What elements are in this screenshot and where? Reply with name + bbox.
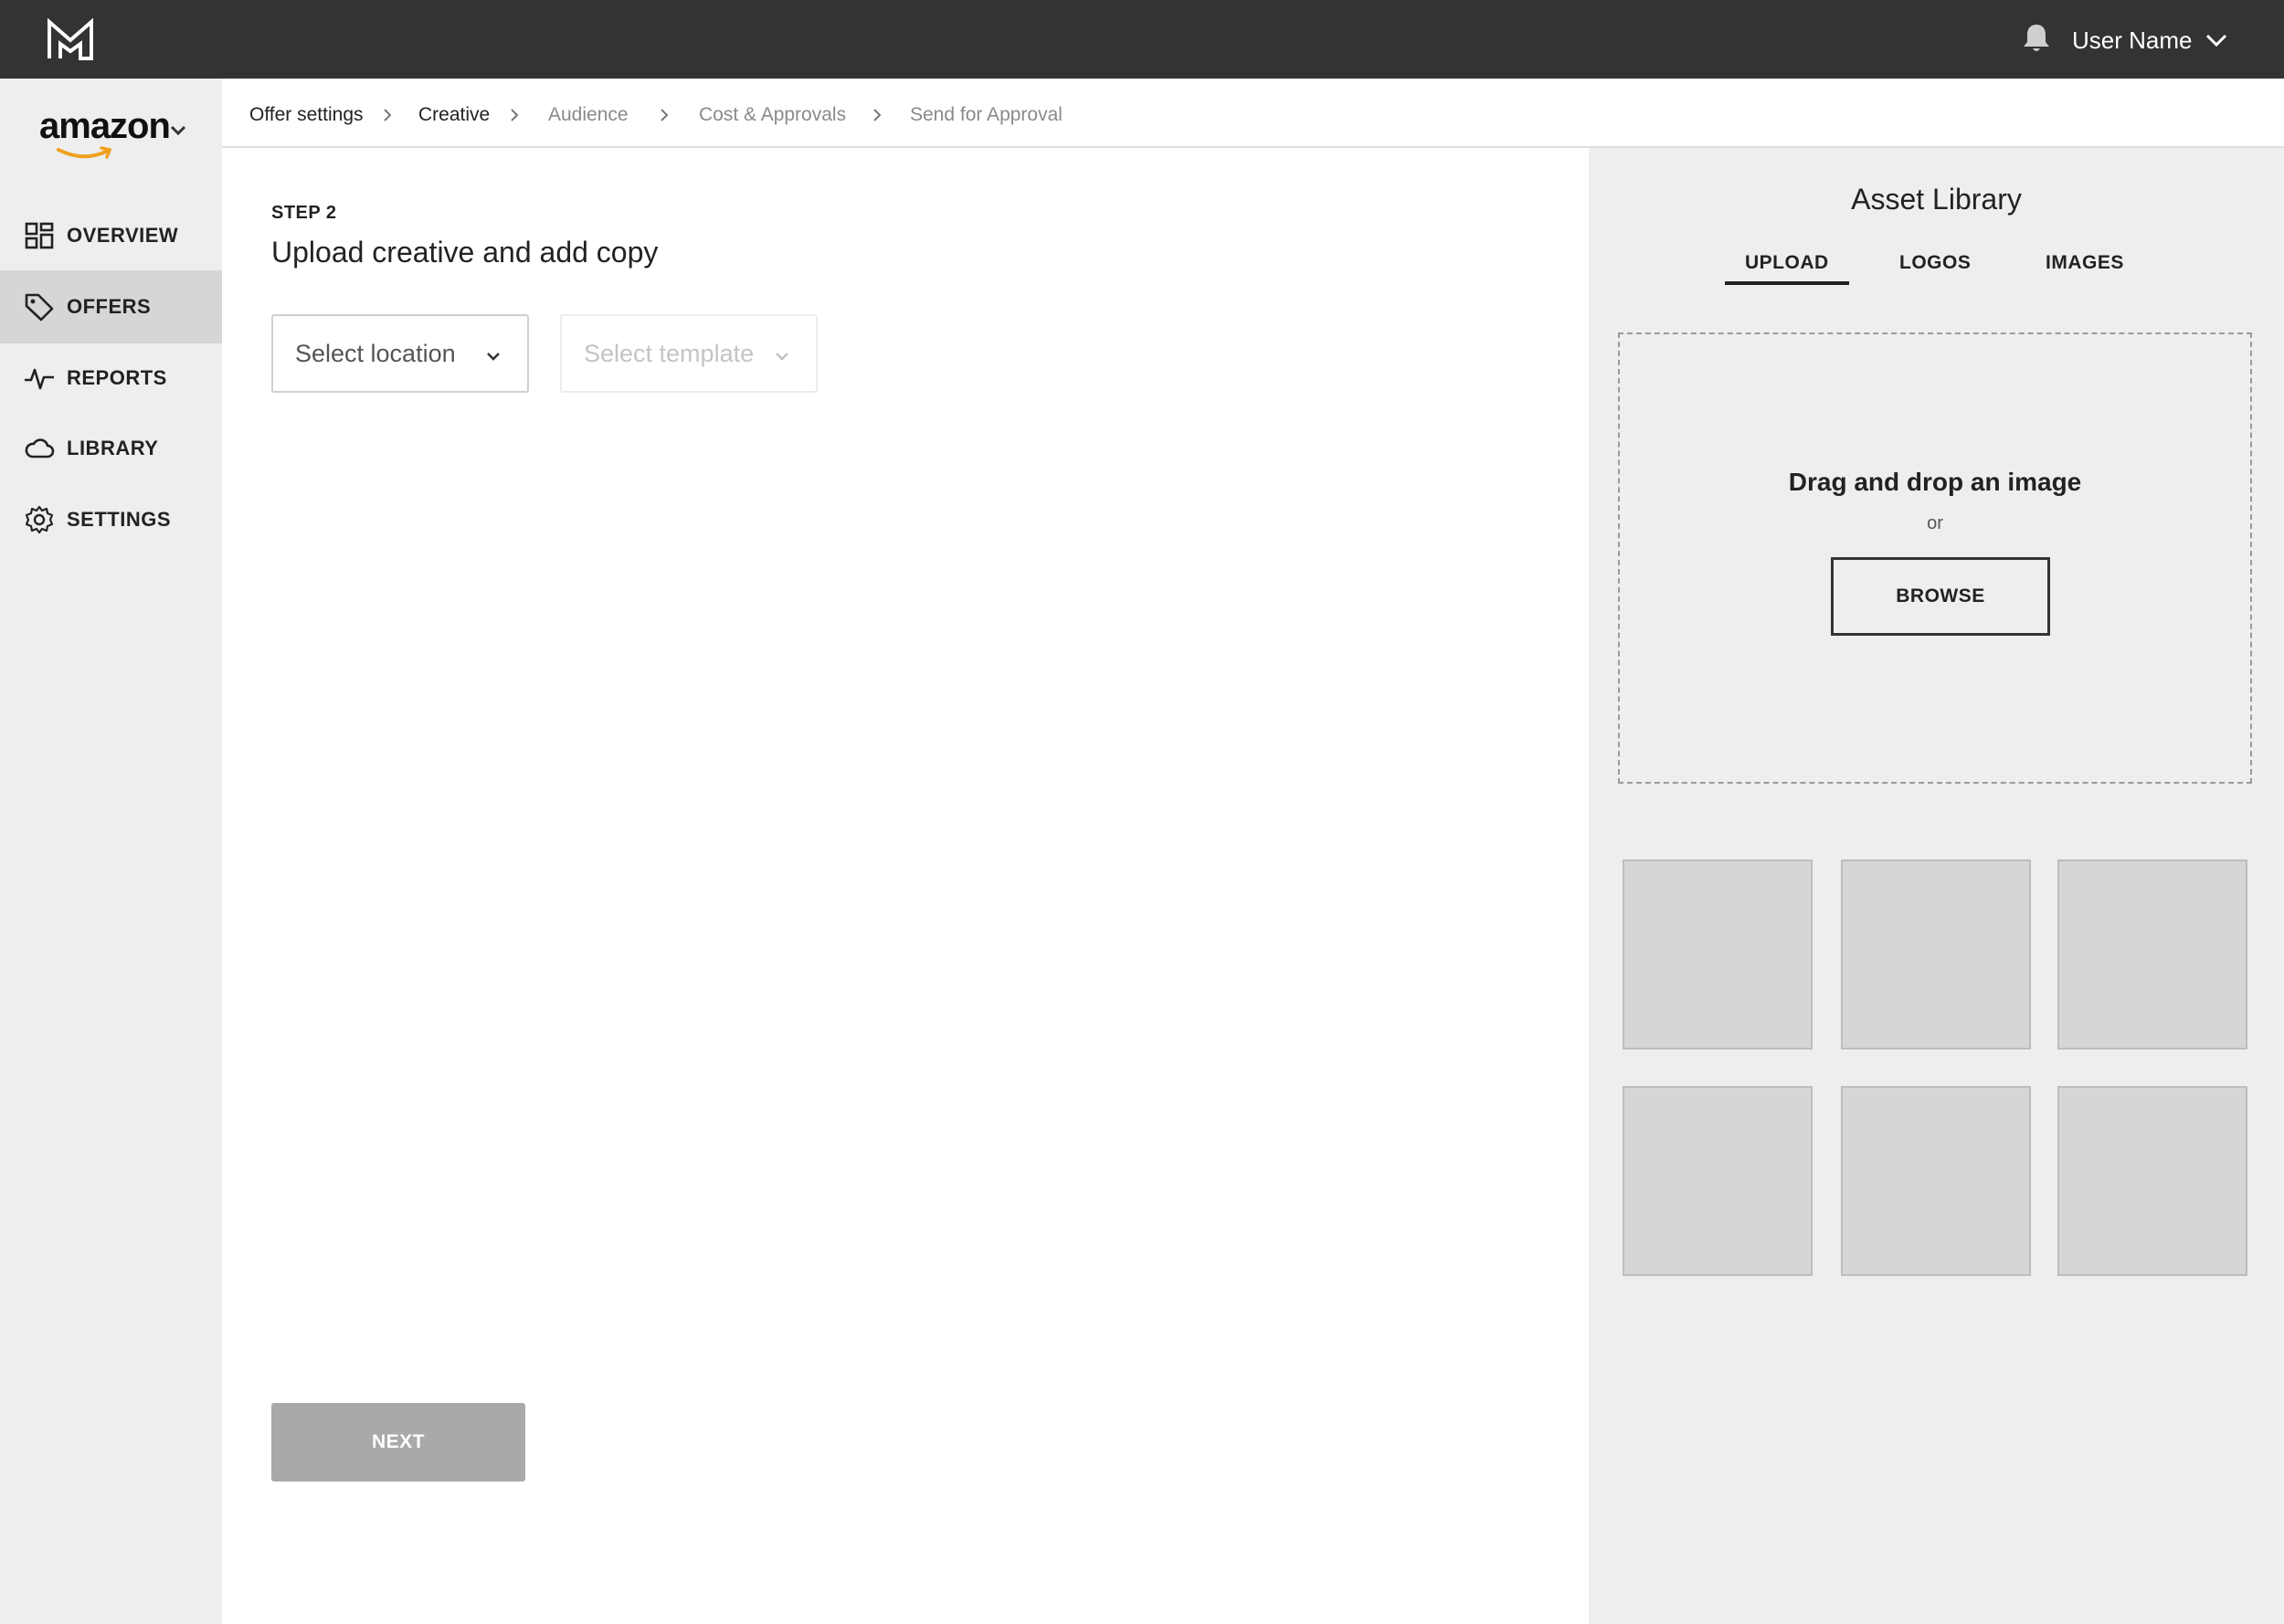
breadcrumb: Offer settings Creative Audience Cost & … (222, 79, 2284, 148)
account-switcher[interactable]: amazon (37, 106, 201, 161)
tag-icon (25, 293, 54, 322)
sidebar-item-overview[interactable]: OVERVIEW (0, 199, 222, 272)
chevron-right-icon (384, 109, 392, 121)
dropzone-or: or (1927, 513, 1943, 533)
asset-thumbnail[interactable] (1841, 1086, 2031, 1276)
asset-library: Asset Library UPLOAD LOGOS IMAGES Drag a… (1589, 148, 2284, 1624)
breadcrumb-offer-settings[interactable]: Offer settings (249, 104, 364, 126)
asset-thumbnail[interactable] (2057, 859, 2247, 1049)
asset-thumbnail[interactable] (2057, 1086, 2247, 1276)
bell-icon[interactable] (2021, 22, 2052, 55)
sidebar-item-reports[interactable]: REPORTS (0, 342, 222, 415)
account-name: amazon (39, 106, 171, 146)
asset-thumbnail[interactable] (1841, 859, 2031, 1049)
dropzone-title: Drag and drop an image (1788, 468, 2082, 496)
main-panel: STEP 2 Upload creative and add copy Sele… (222, 148, 1589, 1624)
grid-icon (25, 222, 54, 249)
sidebar-item-offers[interactable]: OFFERS (0, 270, 222, 343)
template-select-value: Select template (584, 339, 755, 367)
user-menu[interactable]: User Name (2072, 24, 2228, 57)
chevron-right-icon (873, 109, 882, 121)
sidebar-item-label: OFFERS (67, 295, 152, 318)
breadcrumb-audience[interactable]: Audience (548, 104, 629, 126)
next-button[interactable]: NEXT (271, 1403, 525, 1482)
asset-library-title: Asset Library (1851, 183, 2022, 216)
chevron-down-icon (487, 353, 500, 361)
sidebar: amazon OVERVIEW OFFERS REPORTS LIBRARY S… (0, 79, 222, 1624)
chevron-right-icon (661, 109, 669, 121)
sidebar-item-label: REPORTS (67, 366, 167, 389)
tab-images[interactable]: IMAGES (2046, 252, 2124, 274)
active-tab-indicator (1725, 281, 1849, 285)
pulse-icon (25, 368, 54, 390)
chevron-down-icon (2206, 34, 2227, 47)
breadcrumb-creative[interactable]: Creative (418, 104, 490, 126)
sidebar-item-settings[interactable]: SETTINGS (0, 483, 222, 556)
amazon-smile-icon (57, 146, 112, 159)
tab-logos[interactable]: LOGOS (1899, 252, 1971, 274)
gear-icon (25, 505, 54, 534)
asset-thumbnail[interactable] (1623, 1086, 1813, 1276)
location-select-value: Select location (295, 339, 456, 367)
asset-thumbnail[interactable] (1623, 859, 1813, 1049)
step-label: STEP 2 (271, 203, 337, 223)
image-dropzone[interactable]: Drag and drop an image or BROWSE (1618, 332, 2252, 784)
top-bar: User Name (0, 0, 2284, 79)
template-select[interactable]: Select template (560, 314, 818, 393)
cloud-icon (25, 438, 55, 459)
sidebar-item-label: OVERVIEW (67, 224, 179, 247)
browse-button[interactable]: BROWSE (1831, 557, 2050, 636)
location-select[interactable]: Select location (271, 314, 529, 393)
chevron-down-icon (170, 125, 186, 136)
breadcrumb-cost-approvals[interactable]: Cost & Approvals (699, 104, 846, 126)
tab-upload[interactable]: UPLOAD (1745, 252, 1829, 274)
sidebar-item-label: LIBRARY (67, 437, 159, 459)
chevron-right-icon (511, 109, 519, 121)
sidebar-item-library[interactable]: LIBRARY (0, 412, 222, 485)
chevron-down-icon (776, 353, 788, 361)
breadcrumb-send-for-approval[interactable]: Send for Approval (910, 104, 1063, 126)
sidebar-item-label: SETTINGS (67, 508, 172, 531)
page-title: Upload creative and add copy (271, 236, 659, 269)
user-name: User Name (2072, 26, 2193, 54)
m-logo-icon[interactable] (46, 16, 95, 62)
